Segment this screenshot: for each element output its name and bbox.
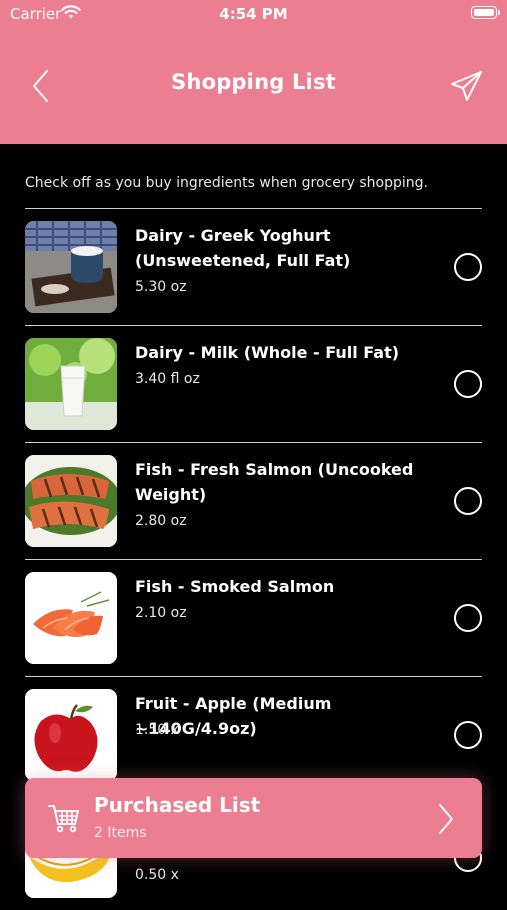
list-item: Fruit - Apple (Medium ~140G/4.9oz) 1.50 …	[25, 677, 482, 793]
item-name: Dairy - Milk (Whole - Full Fat)	[135, 343, 400, 362]
chevron-right-icon	[439, 804, 453, 834]
page-title: Shopping List	[171, 70, 336, 94]
purchased-count: 2 Items	[94, 825, 147, 841]
item-image	[25, 221, 117, 313]
clock: 4:54 PM	[219, 5, 288, 23]
purchased-list-title: Purchased List	[94, 793, 261, 817]
item-quantity: 5.30 oz	[135, 279, 187, 295]
item-image	[25, 572, 117, 664]
status-bar: Carrier 4:54 PM	[0, 0, 507, 30]
battery-icon	[471, 6, 500, 19]
item-name: Fish - Smoked Salmon	[135, 577, 335, 596]
item-quantity: 3.40 fl oz	[135, 371, 200, 387]
list-item: Dairy - Greek Yoghurt (Unsweetened, Full…	[25, 209, 482, 325]
item-checkbox[interactable]	[454, 721, 482, 749]
item-quantity: 1.50 x	[135, 722, 179, 738]
list-item: Fish - Fresh Salmon (Uncooked Weight) 2.…	[25, 443, 482, 559]
item-name: Dairy - Greek Yoghurt (Unsweetened, Full…	[135, 226, 351, 270]
shopping-cart-icon	[48, 805, 79, 833]
item-quantity: 2.10 oz	[135, 605, 187, 621]
item-image	[25, 338, 117, 430]
item-image	[25, 689, 117, 781]
purchased-list-button[interactable]: Purchased List 2 Items	[25, 778, 482, 858]
item-checkbox[interactable]	[454, 604, 482, 632]
list-item: Fish - Smoked Salmon 2.10 oz	[25, 560, 482, 676]
item-checkbox[interactable]	[454, 370, 482, 398]
item-name: Fruit - Apple (Medium ~140G/4.9oz)	[135, 694, 332, 738]
instruction-text: Check off as you buy ingredients when gr…	[25, 175, 428, 191]
item-checkbox[interactable]	[454, 253, 482, 281]
app-header: Carrier 4:54 PM Shopping List	[0, 0, 507, 144]
item-quantity: 2.80 oz	[135, 513, 187, 529]
send-share-icon[interactable]	[449, 68, 485, 104]
list-item: Dairy - Milk (Whole - Full Fat) 3.40 fl …	[25, 326, 482, 442]
item-image	[25, 455, 117, 547]
item-quantity: 0.50 x	[135, 867, 179, 883]
item-checkbox[interactable]	[454, 487, 482, 515]
item-name: Fish - Fresh Salmon (Uncooked Weight)	[135, 460, 414, 504]
